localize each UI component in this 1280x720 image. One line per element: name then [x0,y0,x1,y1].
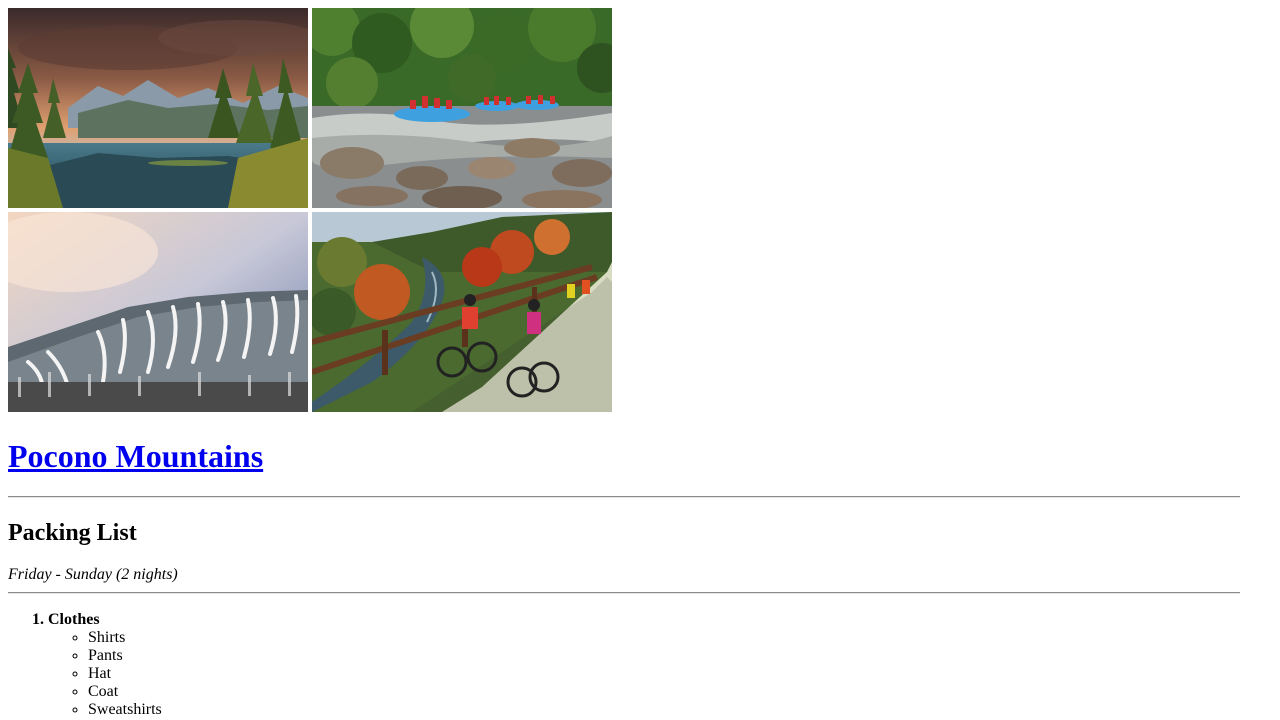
category-label: Clothes [48,611,100,628]
list-item: Shirts [88,629,1240,647]
list-item: Coat [88,683,1240,701]
item-list: Shirts Pants Hat Coat Sweatshirts [48,629,1240,719]
divider [8,496,1240,498]
list-item: Sweatshirts [88,701,1240,719]
list-item-category: Clothes Shirts Pants Hat Coat Sweatshirt… [48,611,1240,719]
packing-list: Clothes Shirts Pants Hat Coat Sweatshirt… [8,611,1240,719]
page-title-link[interactable]: Pocono Mountains [8,438,263,474]
section-heading: Packing List [8,520,137,546]
page-title: Pocono Mountains [8,438,1240,475]
photo-gallery [8,8,612,412]
list-item: Pants [88,647,1240,665]
list-item: Hat [88,665,1240,683]
mountain-lake-sunset-photo [8,8,308,208]
rail-trail-cycling-photo [312,212,612,412]
divider [8,592,1240,594]
page-content: Pocono Mountains Packing List Friday - S… [8,8,1240,719]
river-rafting-photo [312,8,612,208]
trip-dates: Friday - Sunday (2 nights) [8,566,178,583]
ski-slopes-photo [8,212,308,412]
